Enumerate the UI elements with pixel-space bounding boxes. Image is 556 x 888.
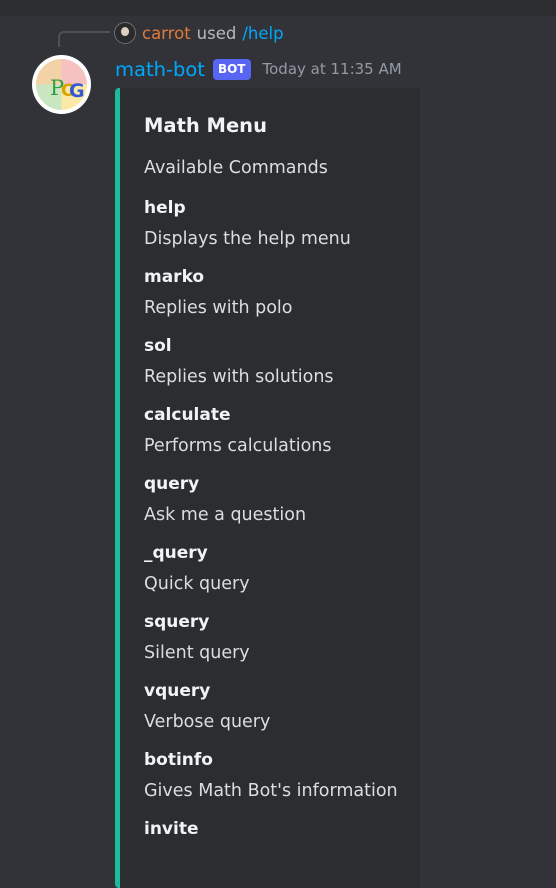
- field-value: Silent query: [144, 643, 250, 663]
- embed-field: squery Silent query: [144, 610, 250, 666]
- embed-field: _query Quick query: [144, 541, 250, 597]
- field-name: squery: [144, 612, 210, 632]
- embed-field: vquery Verbose query: [144, 679, 270, 735]
- field-value: Gives Math Bot's information: [144, 781, 398, 801]
- embed-field: marko Replies with polo: [144, 265, 293, 321]
- embed-field: invite: [144, 817, 199, 847]
- field-value: Ask me a question: [144, 505, 307, 525]
- reply-reference[interactable]: carrot used /help: [114, 20, 284, 46]
- reply-username[interactable]: carrot: [142, 24, 191, 43]
- field-name: marko: [144, 267, 205, 287]
- bot-avatar[interactable]: P C G: [32, 55, 91, 114]
- message-header: math-bot BOT Today at 11:35 AM: [115, 54, 402, 84]
- reply-command[interactable]: /help: [242, 24, 283, 43]
- field-name: query: [144, 474, 200, 494]
- top-strip: [0, 0, 556, 16]
- field-name: _query: [144, 543, 208, 563]
- bot-badge: BOT: [212, 58, 251, 80]
- field-name: invite: [144, 819, 199, 839]
- embed-field: help Displays the help menu: [144, 196, 351, 252]
- field-value: Replies with solutions: [144, 367, 334, 387]
- field-name: botinfo: [144, 750, 213, 770]
- field-name: sol: [144, 336, 172, 356]
- reply-used-text: used: [196, 23, 237, 43]
- bot-avatar-image: P C G: [36, 59, 87, 110]
- message-timestamp[interactable]: Today at 11:35 AM: [263, 60, 402, 78]
- embed-title: Math Menu: [144, 114, 267, 137]
- avatar-letter-g: G: [69, 80, 85, 102]
- field-value: Quick query: [144, 574, 250, 594]
- embed-field: botinfo Gives Math Bot's information: [144, 748, 398, 804]
- author-name[interactable]: math-bot: [115, 58, 205, 81]
- field-value: Verbose query: [144, 712, 271, 732]
- embed-field: calculate Performs calculations: [144, 403, 332, 459]
- field-value: Displays the help menu: [144, 229, 351, 249]
- reply-user-avatar[interactable]: [114, 22, 136, 44]
- field-name: calculate: [144, 405, 231, 425]
- field-name: vquery: [144, 681, 211, 701]
- embed-description: Available Commands: [144, 158, 328, 178]
- field-name: help: [144, 198, 186, 218]
- embed-card: Math Menu Available Commands help Displa…: [115, 88, 420, 888]
- field-value: Performs calculations: [144, 436, 332, 456]
- reply-connector-line: [58, 31, 110, 47]
- embed-field: query Ask me a question: [144, 472, 306, 528]
- field-value: Replies with polo: [144, 298, 293, 318]
- embed-field: sol Replies with solutions: [144, 334, 334, 390]
